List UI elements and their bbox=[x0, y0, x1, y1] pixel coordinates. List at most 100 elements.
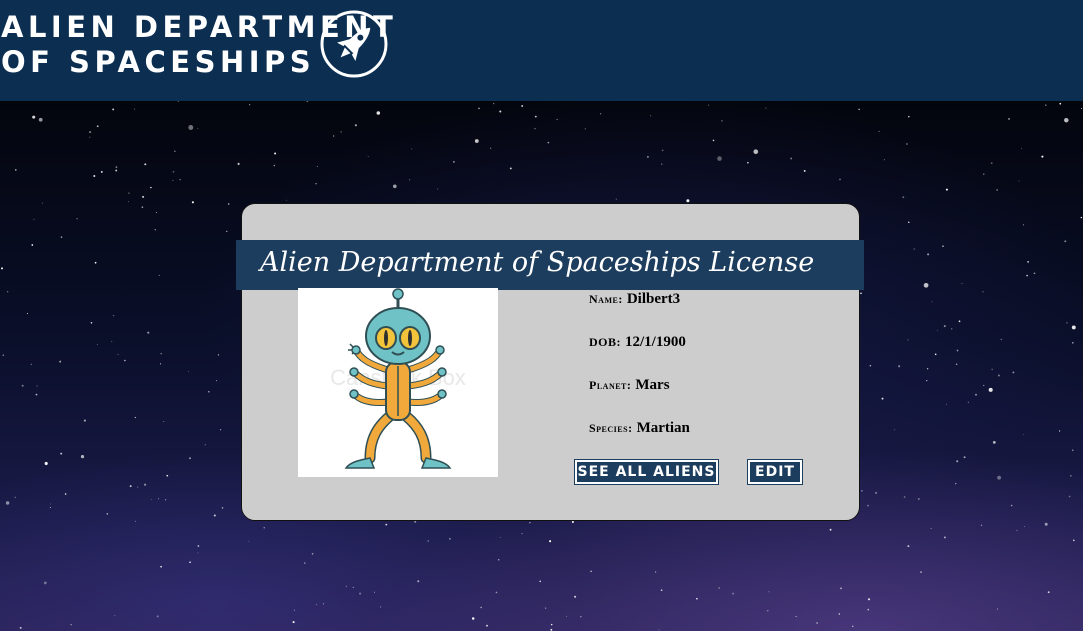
star bbox=[427, 540, 429, 542]
star bbox=[142, 195, 145, 198]
star bbox=[60, 236, 63, 238]
star bbox=[6, 290, 9, 293]
species-field: Species: Martian bbox=[589, 419, 690, 437]
star bbox=[188, 125, 194, 130]
star bbox=[1064, 117, 1069, 123]
star bbox=[934, 353, 937, 356]
star bbox=[1000, 338, 1003, 341]
star bbox=[177, 101, 179, 102]
star bbox=[160, 565, 162, 568]
star bbox=[521, 533, 523, 535]
star bbox=[658, 629, 660, 631]
edit-button[interactable]: EDIT bbox=[747, 459, 803, 485]
star bbox=[920, 571, 922, 574]
star bbox=[33, 218, 35, 220]
star bbox=[189, 457, 191, 460]
star bbox=[94, 261, 97, 264]
star bbox=[1007, 117, 1011, 120]
star bbox=[96, 343, 98, 345]
star bbox=[207, 390, 210, 393]
species-value: Martian bbox=[636, 420, 690, 436]
star bbox=[1018, 180, 1020, 182]
star bbox=[499, 110, 502, 113]
star bbox=[549, 540, 552, 543]
star bbox=[1045, 104, 1047, 106]
star bbox=[926, 380, 928, 382]
star bbox=[1033, 272, 1036, 274]
star bbox=[1066, 322, 1068, 324]
star bbox=[996, 608, 998, 610]
star bbox=[471, 617, 475, 620]
star bbox=[89, 131, 92, 134]
dob-value: 12/1/1900 bbox=[625, 334, 686, 350]
star bbox=[409, 179, 411, 181]
star bbox=[852, 625, 854, 628]
star bbox=[992, 441, 996, 444]
star bbox=[2, 354, 5, 356]
star bbox=[936, 329, 938, 331]
star bbox=[646, 155, 649, 158]
star bbox=[1041, 155, 1044, 158]
star bbox=[983, 384, 985, 386]
planet-field: Planet: Mars bbox=[589, 376, 670, 394]
star bbox=[76, 217, 78, 220]
star bbox=[21, 384, 24, 387]
star bbox=[1022, 224, 1024, 226]
star bbox=[83, 419, 86, 422]
star bbox=[367, 155, 369, 158]
star bbox=[147, 331, 150, 334]
star bbox=[226, 230, 228, 233]
star bbox=[1071, 449, 1074, 452]
star bbox=[115, 166, 118, 168]
star bbox=[106, 513, 108, 515]
star bbox=[615, 198, 617, 200]
star bbox=[64, 493, 67, 495]
star bbox=[437, 188, 439, 190]
star bbox=[927, 253, 930, 256]
star bbox=[493, 102, 495, 105]
star bbox=[923, 282, 929, 288]
star bbox=[556, 119, 558, 121]
star bbox=[1047, 591, 1050, 594]
star bbox=[179, 179, 181, 181]
star bbox=[795, 616, 797, 617]
star bbox=[315, 604, 317, 606]
star bbox=[767, 610, 769, 612]
star bbox=[273, 164, 276, 167]
see-all-aliens-button[interactable]: SEE ALL ALIENS bbox=[574, 459, 719, 485]
star bbox=[144, 163, 147, 166]
star bbox=[529, 521, 531, 524]
star bbox=[156, 615, 159, 618]
star bbox=[160, 352, 162, 355]
star bbox=[285, 199, 287, 201]
star bbox=[38, 117, 43, 122]
star bbox=[942, 245, 944, 247]
alien-illustration: Canstock Box bbox=[330, 288, 466, 469]
star bbox=[154, 229, 156, 231]
star bbox=[453, 161, 455, 163]
star bbox=[961, 283, 963, 285]
star bbox=[660, 589, 663, 592]
star bbox=[490, 147, 492, 149]
star bbox=[31, 244, 34, 246]
star bbox=[980, 524, 983, 527]
star bbox=[115, 169, 118, 172]
rocket-icon[interactable] bbox=[319, 9, 389, 79]
star bbox=[1068, 495, 1071, 498]
star bbox=[650, 115, 652, 117]
star bbox=[930, 528, 932, 529]
star bbox=[907, 545, 910, 548]
star bbox=[931, 301, 933, 303]
star bbox=[216, 380, 218, 382]
star bbox=[867, 598, 871, 601]
star bbox=[840, 587, 842, 590]
star bbox=[30, 363, 33, 366]
star bbox=[486, 624, 488, 627]
star bbox=[354, 124, 357, 127]
star bbox=[411, 148, 413, 150]
star bbox=[100, 170, 103, 173]
star bbox=[926, 368, 929, 370]
star bbox=[80, 455, 85, 459]
star bbox=[1012, 371, 1015, 374]
star bbox=[117, 353, 119, 355]
